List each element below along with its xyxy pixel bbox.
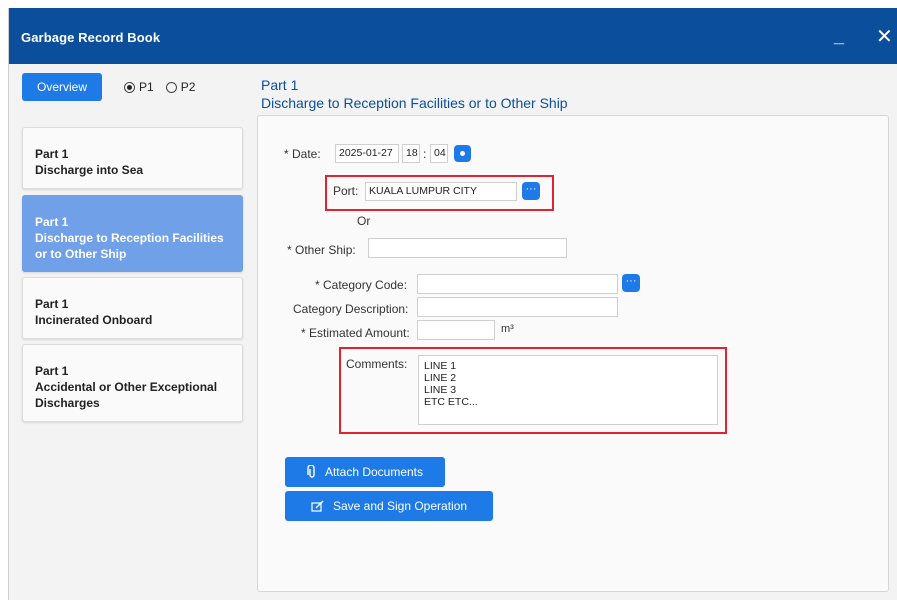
sign-icon [311,500,324,512]
window-title: Garbage Record Book [21,30,161,45]
radio-p1[interactable] [124,81,135,93]
page-title: Part 1 Discharge to Reception Facilities… [261,76,568,112]
page-title-subtitle: Discharge to Reception Facilities or to … [261,95,568,111]
attach-documents-label: Attach Documents [324,465,424,479]
title-bar: Garbage Record Book _ ✕ [9,8,897,64]
estimated-amount-label: * Estimated Amount: [301,326,410,340]
comment-line: LINE 1 [424,360,457,372]
paperclip-icon [307,465,315,478]
comment-line: LINE 2 [424,372,457,384]
sidebar-item-part: Part 1 [35,147,69,161]
category-lookup-ellipsis-icon[interactable]: ··· [622,274,640,292]
hour-input[interactable]: 18 [402,144,420,163]
part-radio-group: P1 P2 [124,80,203,94]
comments-textarea[interactable]: LINE 1 LINE 2 LINE 3 ETC ETC... [418,355,718,425]
radio-p2[interactable] [165,81,177,93]
category-description-input[interactable] [417,297,618,317]
minimize-button[interactable]: _ [834,26,844,47]
comment-line: ETC ETC... [424,396,478,408]
minute-input[interactable]: 04 [430,144,448,163]
attach-documents-button[interactable]: Attach Documents [285,457,445,487]
sidebar-item-discharge-reception[interactable]: Part 1 Discharge to Reception Facilities… [22,195,243,272]
comments-label: Comments: [346,357,408,371]
unit-label: m³ [501,323,514,335]
category-description-label: Category Description: [293,302,409,316]
sidebar-item-label: Discharge to Reception Facilities or to … [35,231,224,261]
time-separator: : [423,147,427,161]
comment-line: LINE 3 [424,384,457,396]
close-button[interactable]: ✕ [876,24,893,49]
sidebar-item-label: Incinerated Onboard [35,313,153,327]
date-label: * Date: [284,147,321,161]
save-sign-button[interactable]: Save and Sign Operation [285,491,493,521]
date-input[interactable]: 2025-01-27 [335,144,399,163]
sidebar-item-incinerated[interactable]: Part 1 Incinerated Onboard [22,277,243,339]
radio-p1-label[interactable]: P1 [139,80,154,94]
port-lookup-ellipsis-icon[interactable]: ··· [522,182,540,200]
overview-button[interactable]: Overview [22,73,102,101]
port-label: Port: [333,184,359,198]
sidebar-item-discharge-into-sea[interactable]: Part 1 Discharge into Sea [22,127,243,189]
port-input[interactable]: KUALA LUMPUR CITY [365,182,517,201]
other-ship-label: * Other Ship: [287,243,356,257]
estimated-amount-input[interactable] [417,320,495,340]
sidebar-item-part: Part 1 [35,215,69,229]
sidebar-item-accidental[interactable]: Part 1 Accidental or Other Exceptional D… [22,344,243,422]
sidebar-item-label: Discharge into Sea [35,163,144,177]
radio-p2-label[interactable]: P2 [181,80,196,94]
category-code-input[interactable] [417,274,618,294]
sidebar-item-part: Part 1 [35,364,69,378]
or-label: Or [357,214,371,228]
page-title-part: Part 1 [261,77,299,93]
save-sign-label: Save and Sign Operation [332,499,468,513]
sidebar-item-label: Accidental or Other Exceptional Discharg… [35,380,218,410]
time-picker-icon[interactable] [454,145,471,162]
other-ship-input[interactable] [368,238,567,258]
sidebar-item-part: Part 1 [35,297,69,311]
category-code-label: * Category Code: [315,278,408,292]
